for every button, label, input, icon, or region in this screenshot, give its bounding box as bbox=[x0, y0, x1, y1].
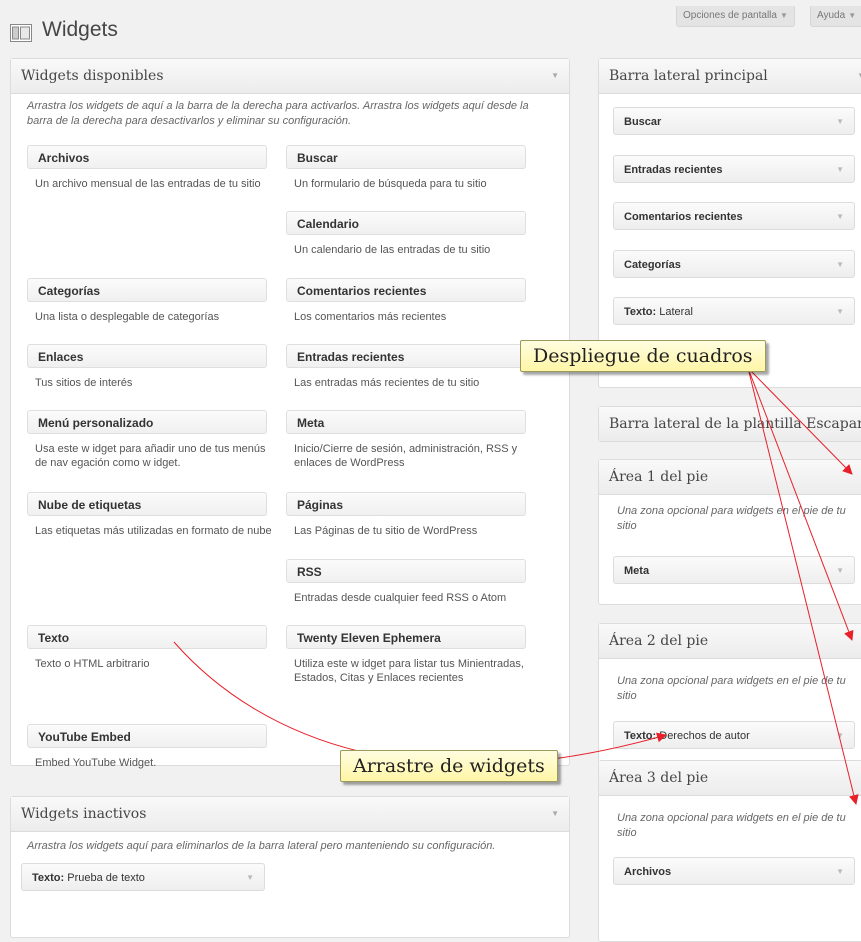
widget-description: Un archivo mensual de las entradas de tu… bbox=[35, 178, 261, 190]
widget-description: Usa este w idget para añadir uno de tus … bbox=[35, 443, 266, 469]
widget-label: Archivos bbox=[624, 866, 672, 878]
toggle-arrow-icon[interactable]: ▼ bbox=[836, 298, 844, 326]
widget-subtitle: Derechos de autor bbox=[659, 730, 750, 742]
footer-area-1-header[interactable]: Área 1 del pie bbox=[599, 460, 861, 495]
widget-description: Un calendario de las entradas de tu siti… bbox=[294, 244, 491, 256]
widget-description: Un formulario de búsqueda para tu sitio bbox=[294, 178, 487, 190]
widget-description: Utiliza este w idget para listar tus Min… bbox=[294, 658, 524, 684]
sidebar-showcase-title: Barra lateral de la plantilla Escapara bbox=[609, 416, 861, 432]
widget-youtube-embed[interactable]: YouTube Embed bbox=[27, 724, 267, 748]
widget-label: Buscar bbox=[624, 116, 662, 128]
callout-expand-boxes: Despliegue de cuadros bbox=[520, 340, 766, 372]
widget-description: Una lista o desplegable de categorías bbox=[35, 311, 220, 323]
widget-label: Texto: bbox=[624, 730, 657, 742]
available-widgets-panel: Widgets disponibles ▼ Arrastra los widge… bbox=[10, 58, 570, 769]
widget-nube-de-etiquetas[interactable]: Nube de etiquetas bbox=[27, 492, 267, 516]
chevron-down-icon: ▼ bbox=[779, 11, 788, 20]
toggle-arrow-icon[interactable]: ▼ bbox=[551, 59, 559, 93]
callout-drag-widgets: Arrastre de widgets bbox=[340, 750, 558, 782]
sidebar-widget-archivos[interactable]: Archivos ▼ bbox=[613, 857, 855, 885]
footer-area-2-panel: Área 2 del pie Una zona opcional para wi… bbox=[598, 623, 861, 773]
footer-area-3-title: Área 3 del pie bbox=[609, 770, 709, 786]
screen-options-button[interactable]: Opciones de pantalla ▼ bbox=[676, 6, 795, 27]
widget-subtitle: Lateral bbox=[659, 306, 693, 318]
widget-entradas-recientes[interactable]: Entradas recientes bbox=[286, 344, 526, 368]
toggle-arrow-icon[interactable]: ▼ bbox=[836, 108, 844, 136]
sidebar-widget-buscar[interactable]: Buscar ▼ bbox=[613, 107, 855, 135]
widget-menu-personalizado[interactable]: Menú personalizado bbox=[27, 410, 267, 434]
widget-buscar[interactable]: Buscar bbox=[286, 145, 526, 169]
widget-description: Entradas desde cualquier feed RSS o Atom bbox=[294, 592, 507, 604]
sidebar-showcase-panel: Barra lateral de la plantilla Escapara bbox=[598, 406, 861, 442]
widget-description: Las entradas más recientes de tu sitio bbox=[294, 377, 480, 389]
sidebar-main-panel: Barra lateral principal ▼ Buscar ▼ Entrad… bbox=[598, 58, 861, 388]
widget-comentarios-recientes[interactable]: Comentarios recientes bbox=[286, 278, 526, 302]
widget-categorias[interactable]: Categorías bbox=[27, 278, 267, 302]
toggle-arrow-icon[interactable]: ▼ bbox=[246, 864, 254, 892]
inactive-widgets-description: Arrastra los widgets aquí para eliminarl… bbox=[27, 840, 496, 852]
widget-enlaces[interactable]: Enlaces bbox=[27, 344, 267, 368]
widget-label: Texto: bbox=[32, 872, 65, 884]
widget-description: Las etiquetas más utilizadas en formato … bbox=[35, 525, 272, 537]
widget-texto[interactable]: Texto bbox=[27, 625, 267, 649]
footer-area-description: Una zona opcional para widgets en el pie… bbox=[617, 505, 846, 532]
footer-area-description: Una zona opcional para widgets en el pie… bbox=[617, 812, 846, 839]
widget-description: Inicio/Cierre de sesión, administración,… bbox=[294, 443, 518, 469]
available-widgets-title: Widgets disponibles bbox=[21, 68, 164, 84]
sidebar-widget-meta[interactable]: Meta ▼ bbox=[613, 556, 855, 584]
widget-description: Embed YouTube Widget. bbox=[35, 757, 157, 769]
sidebar-main-title: Barra lateral principal bbox=[609, 68, 768, 84]
chevron-down-icon: ▼ bbox=[848, 11, 857, 20]
footer-area-2-title: Área 2 del pie bbox=[609, 633, 709, 649]
sidebar-widget-texto-derechos[interactable]: Texto: Derechos de autor ▼ bbox=[613, 721, 855, 749]
footer-area-1-panel: Área 1 del pie Una zona opcional para wi… bbox=[598, 459, 861, 605]
footer-area-2-header[interactable]: Área 2 del pie bbox=[599, 624, 861, 659]
inactive-widgets-panel: Widgets inactivos ▼ Arrastra los widgets… bbox=[10, 796, 570, 938]
widget-label: Comentarios recientes bbox=[624, 211, 743, 223]
widget-description: Los comentarios más recientes bbox=[294, 311, 447, 323]
widget-description: Tus sitios de interés bbox=[35, 377, 133, 389]
sidebar-main-header[interactable]: Barra lateral principal ▼ bbox=[599, 59, 861, 94]
inactive-widgets-title: Widgets inactivos bbox=[21, 806, 147, 822]
help-button[interactable]: Ayuda ▼ bbox=[810, 6, 861, 27]
widget-calendario[interactable]: Calendario bbox=[286, 211, 526, 235]
toggle-arrow-icon[interactable]: ▼ bbox=[836, 557, 844, 585]
sidebar-widget-comentarios-recientes[interactable]: Comentarios recientes ▼ bbox=[613, 202, 855, 230]
widget-description: Las Páginas de tu sitio de WordPress bbox=[294, 525, 478, 537]
available-widgets-header[interactable]: Widgets disponibles ▼ bbox=[11, 59, 569, 94]
page-title: Widgets bbox=[42, 18, 118, 41]
toggle-arrow-icon[interactable]: ▼ bbox=[836, 251, 844, 279]
widget-meta[interactable]: Meta bbox=[286, 410, 526, 434]
help-label: Ayuda bbox=[817, 10, 846, 21]
footer-area-3-header[interactable]: Área 3 del pie bbox=[599, 761, 861, 796]
widget-archivos[interactable]: Archivos bbox=[27, 145, 267, 169]
widget-paginas[interactable]: Páginas bbox=[286, 492, 526, 516]
toggle-arrow-icon[interactable]: ▼ bbox=[836, 858, 844, 886]
available-widgets-description: Arrastra los widgets de aquí a la barra … bbox=[27, 100, 529, 127]
widget-label: Entradas recientes bbox=[624, 164, 723, 176]
widget-label: Meta bbox=[624, 565, 650, 577]
screen-options-label: Opciones de pantalla bbox=[683, 10, 777, 21]
sidebar-widget-entradas-recientes[interactable]: Entradas recientes ▼ bbox=[613, 155, 855, 183]
widget-label: Texto: bbox=[624, 306, 657, 318]
toggle-arrow-icon[interactable]: ▼ bbox=[836, 203, 844, 231]
widget-subtitle: Prueba de texto bbox=[67, 872, 145, 884]
toggle-arrow-icon[interactable]: ▼ bbox=[836, 156, 844, 184]
inactive-widget-texto[interactable]: Texto: Prueba de texto ▼ bbox=[21, 863, 265, 891]
inactive-widgets-header[interactable]: Widgets inactivos ▼ bbox=[11, 797, 569, 832]
toggle-arrow-icon[interactable]: ▼ bbox=[551, 797, 559, 831]
sidebar-widget-categorias[interactable]: Categorías ▼ bbox=[613, 250, 855, 278]
widget-rss[interactable]: RSS bbox=[286, 559, 526, 583]
widgets-page-icon bbox=[10, 24, 32, 42]
widget-label: Categorías bbox=[624, 259, 681, 271]
footer-area-3-panel: Área 3 del pie Una zona opcional para wi… bbox=[598, 760, 861, 942]
widget-twenty-eleven-ephemera[interactable]: Twenty Eleven Ephemera bbox=[286, 625, 526, 649]
footer-area-description: Una zona opcional para widgets en el pie… bbox=[617, 675, 846, 702]
widget-description: Texto o HTML arbitrario bbox=[35, 658, 150, 670]
toggle-arrow-icon[interactable]: ▼ bbox=[836, 722, 844, 750]
toggle-arrow-icon[interactable]: ▼ bbox=[857, 59, 861, 93]
sidebar-widget-texto-lateral[interactable]: Texto: Lateral ▼ bbox=[613, 297, 855, 325]
sidebar-showcase-header[interactable]: Barra lateral de la plantilla Escapara bbox=[599, 407, 861, 441]
footer-area-1-title: Área 1 del pie bbox=[609, 469, 709, 485]
